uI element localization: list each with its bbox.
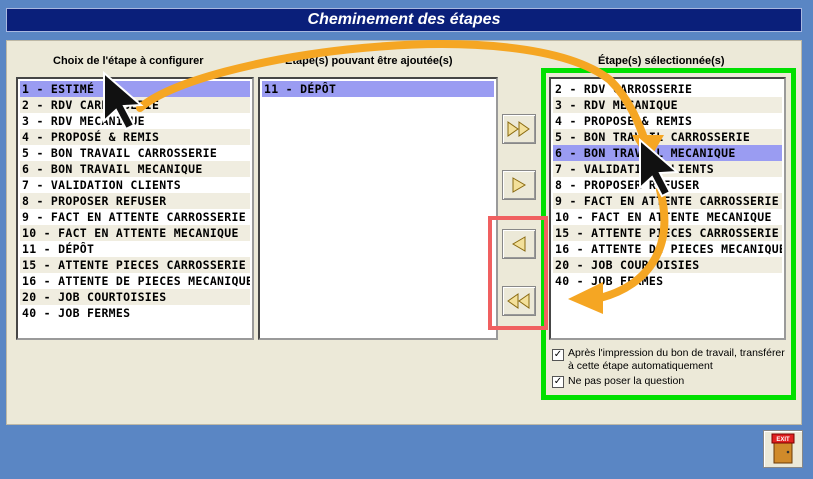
selected-steps-highlight	[541, 68, 796, 400]
step-list-item[interactable]: 15 - ATTENTE PIECES CARROSSERIE	[20, 257, 250, 273]
step-list-item[interactable]: 8 - PROPOSER REFUSER	[20, 193, 250, 209]
step-list-item[interactable]: 20 - JOB COURTOISIES	[20, 289, 250, 305]
step-list-item[interactable]: 4 - PROPOSÉ & REMIS	[20, 129, 250, 145]
step-list-item[interactable]: 6 - BON TRAVAIL MECANIQUE	[20, 161, 250, 177]
step-list-item[interactable]: 40 - JOB FERMES	[20, 305, 250, 321]
exit-button[interactable]: EXIT	[763, 430, 803, 468]
addable-list-item[interactable]: 11 - DÉPÔT	[262, 81, 494, 97]
step-list-item[interactable]: 5 - BON TRAVAIL CARROSSERIE	[20, 145, 250, 161]
left-column-header: Choix de l'étape à configurer	[53, 55, 204, 67]
exit-label: EXIT	[776, 437, 790, 443]
step-config-list[interactable]: 1 - ESTIMÉ 2 - RDV CARROSSERIE 3 - RDV MEC…	[16, 77, 254, 340]
right-column-header: Étape(s) sélectionnée(s)	[598, 55, 725, 67]
title-bar: Cheminement des étapes	[6, 8, 802, 32]
step-list-item[interactable]: 2 - RDV CARROSSERIE	[20, 97, 250, 113]
chevron-right-icon	[512, 177, 526, 193]
exit-door-icon: EXIT	[771, 433, 795, 464]
step-list-item[interactable]: 16 - ATTENTE DE PIECES MECANIQUE	[20, 273, 250, 289]
step-list-item[interactable]: 1 - ESTIMÉ	[20, 81, 250, 97]
step-list-item[interactable]: 11 - DÉPÔT	[20, 241, 250, 257]
window-title: Cheminement des étapes	[307, 11, 501, 28]
step-list-item[interactable]: 9 - FACT EN ATTENTE CARROSSERIE	[20, 209, 250, 225]
add-all-button[interactable]	[502, 114, 536, 144]
addable-steps-list[interactable]: 11 - DÉPÔT	[258, 77, 498, 340]
add-one-button[interactable]	[502, 170, 536, 200]
step-list-item[interactable]: 3 - RDV MECANIQUE	[20, 113, 250, 129]
step-list-item[interactable]: 10 - FACT EN ATTENTE MECANIQUE	[20, 225, 250, 241]
double-chevron-right-icon	[507, 121, 530, 137]
middle-column-header: Étape(s) pouvant être ajoutée(s)	[285, 55, 453, 67]
window: Cheminement des étapes Choix de l'étape …	[0, 0, 813, 479]
step-list-item[interactable]: 7 - VALIDATION CLIENTS	[20, 177, 250, 193]
remove-buttons-highlight	[488, 216, 548, 330]
